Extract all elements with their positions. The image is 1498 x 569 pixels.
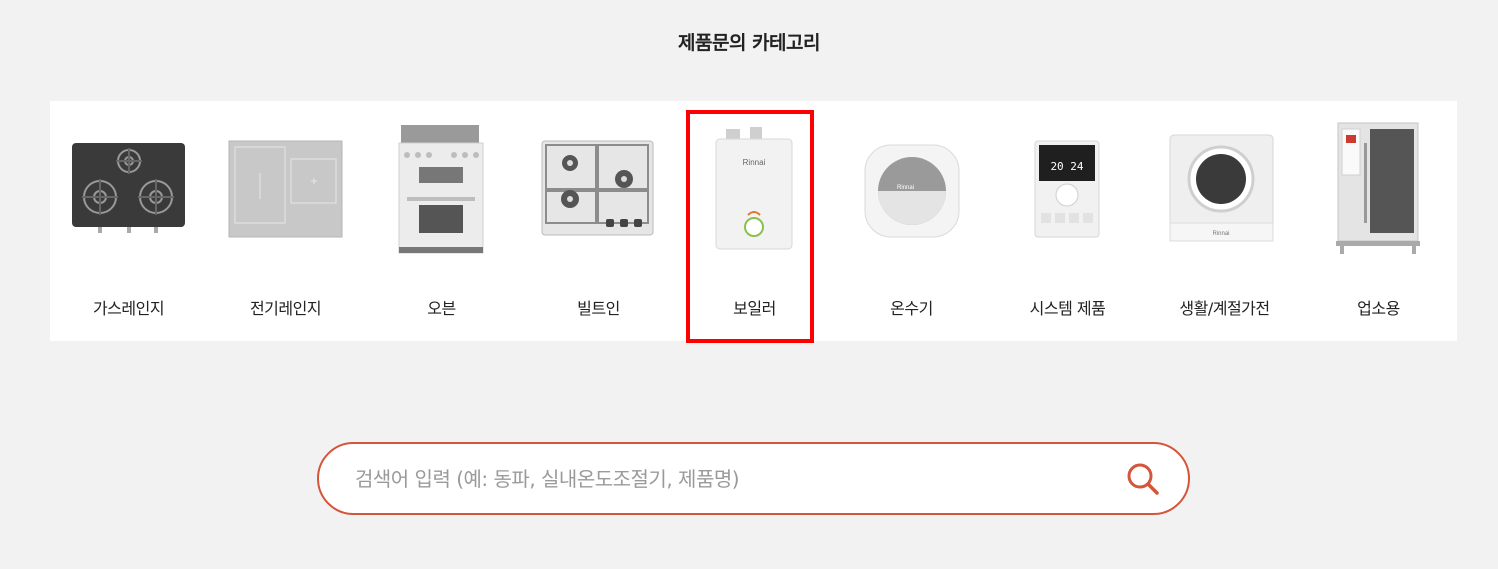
boiler-icon: Rinnai — [676, 115, 833, 261]
thermostat-display: 20 24 — [1050, 160, 1083, 173]
category-item-electric-range[interactable]: 전기레인지 — [207, 101, 364, 341]
category-item-living-appliances[interactable]: Rinnai 생활/계절가전 — [1146, 101, 1303, 341]
category-list: 가스레인지 전기레인지 오븐 빌트인 Rinnai 보일러 Rinnai 온수기… — [50, 101, 1457, 341]
search-bar — [317, 442, 1190, 515]
category-label: 오븐 — [427, 299, 456, 318]
category-item-built-in[interactable]: 빌트인 — [520, 101, 677, 341]
search-button[interactable] — [1124, 460, 1162, 498]
section-title: 제품문의 카테고리 — [678, 32, 820, 54]
search-icon — [1127, 463, 1159, 495]
category-label: 온수기 — [890, 299, 933, 318]
category-label: 업소용 — [1357, 299, 1400, 318]
oven-icon — [363, 115, 520, 261]
category-label: 전기레인지 — [249, 299, 322, 318]
category-item-boiler[interactable]: Rinnai 보일러 — [676, 101, 833, 341]
brand-text: Rinnai — [897, 185, 914, 191]
category-label: 시스템 제품 — [1029, 299, 1106, 318]
gas-range-icon — [50, 115, 207, 261]
category-label: 보일러 — [733, 299, 776, 318]
brand-text: Rinnai — [743, 158, 766, 167]
water-heater-icon: Rinnai — [833, 115, 990, 261]
electric-range-icon — [207, 115, 364, 261]
category-label: 생활/계절가전 — [1179, 299, 1270, 318]
page: 제품문의 카테고리 가스레인지 전기레인지 오븐 빌트인 Rinnai 보일러 … — [0, 0, 1498, 569]
category-item-water-heater[interactable]: Rinnai 온수기 — [833, 101, 990, 341]
category-item-system-products[interactable]: 20 24 시스템 제품 — [989, 101, 1146, 341]
category-item-commercial[interactable]: 업소용 — [1300, 101, 1457, 341]
category-label: 가스레인지 — [92, 299, 165, 318]
thermostat-icon: 20 24 — [989, 115, 1146, 261]
category-label: 빌트인 — [577, 299, 620, 318]
category-item-gas-range[interactable]: 가스레인지 — [50, 101, 207, 341]
search-input[interactable] — [355, 458, 1115, 500]
built-in-cooktop-icon — [520, 115, 677, 261]
commercial-oven-icon — [1300, 115, 1457, 261]
brand-text: Rinnai — [1212, 231, 1229, 237]
category-item-oven[interactable]: 오븐 — [363, 101, 520, 341]
dryer-icon: Rinnai — [1146, 115, 1303, 261]
